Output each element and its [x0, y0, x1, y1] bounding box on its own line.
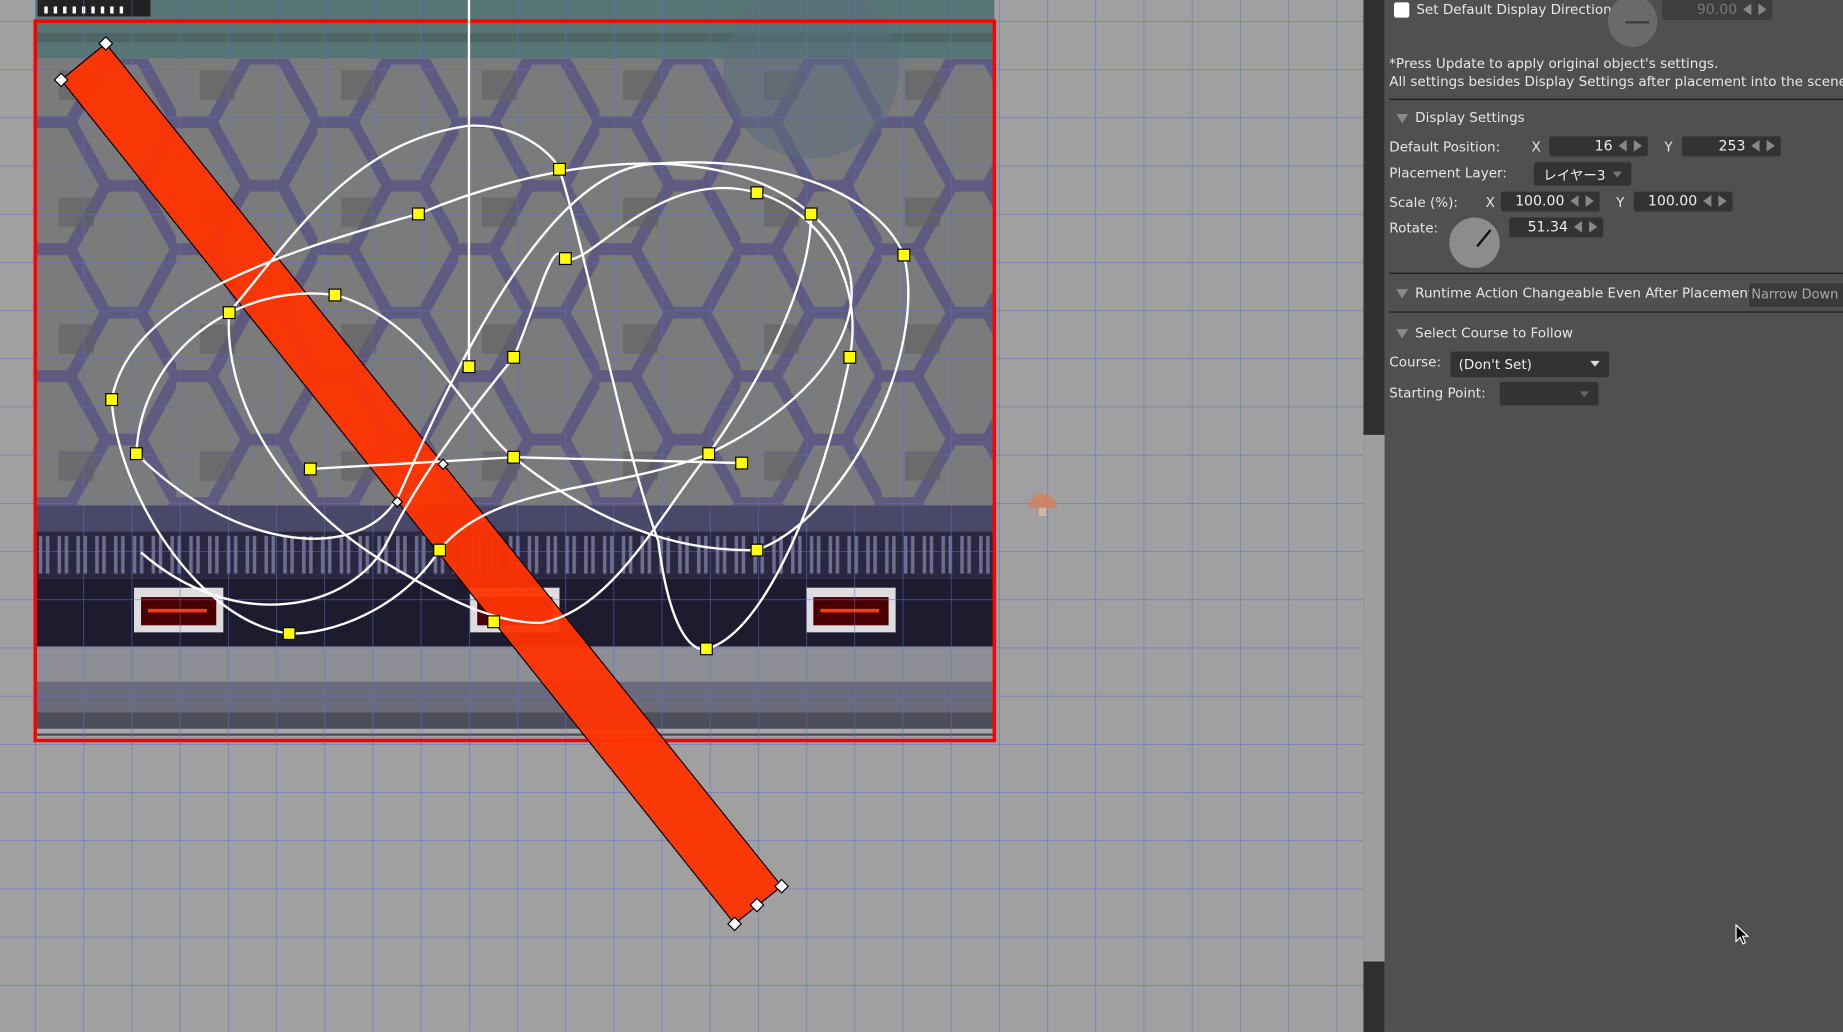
chevron-down-icon [1579, 391, 1590, 398]
starting-point-label: Starting Point: [1389, 384, 1486, 401]
course-dropdown[interactable]: (Don't Set) [1450, 351, 1610, 378]
editor-stage: ▮▮▮▮▮▮▮▮▮ [0, 0, 1843, 1032]
course-point[interactable] [750, 543, 764, 557]
scene-canvas[interactable]: ▮▮▮▮▮▮▮▮▮ [0, 0, 1364, 1032]
course-point[interactable] [507, 450, 521, 464]
position-x-spinner[interactable]: 16 [1549, 136, 1648, 157]
mouse-cursor-icon [1735, 923, 1750, 945]
grid-overlay [0, 0, 1364, 1032]
decrement-icon[interactable] [1573, 220, 1583, 233]
course-point[interactable] [222, 306, 236, 320]
course-point[interactable] [750, 186, 764, 200]
section-title: Runtime Action Changeable Even After Pla… [1415, 284, 1754, 301]
scene-view[interactable]: ▮▮▮▮▮▮▮▮▮ [0, 0, 1364, 1032]
narrow-down-button[interactable]: Narrow Down I [1748, 283, 1843, 307]
rotate-dial[interactable] [1449, 217, 1500, 268]
chevron-down-icon [1612, 171, 1623, 178]
scale-x-spinner[interactable]: 100.00 [1500, 191, 1600, 212]
course-value: (Don't Set) [1458, 356, 1532, 373]
course-point[interactable] [558, 252, 572, 266]
course-point[interactable] [804, 207, 818, 221]
default-direction-checkbox[interactable] [1394, 2, 1410, 18]
placement-layer-value: レイヤー3 [1543, 166, 1606, 184]
course-point[interactable] [843, 350, 857, 364]
course-point[interactable] [303, 462, 317, 476]
decrement-icon[interactable] [1618, 139, 1627, 152]
rotate-spinner[interactable]: 51.34 [1509, 217, 1604, 238]
course-point[interactable] [735, 456, 749, 470]
position-y-spinner[interactable]: 253 [1681, 136, 1781, 157]
scale-x-label: X [1485, 193, 1495, 211]
starting-point-dropdown[interactable] [1499, 381, 1599, 406]
course-point[interactable] [462, 360, 476, 374]
default-position-label: Default Position: [1389, 138, 1501, 156]
course-point[interactable] [702, 447, 716, 461]
direction-value: 90.00 [1696, 1, 1738, 18]
decrement-icon[interactable] [1743, 3, 1752, 16]
course-point[interactable] [487, 615, 501, 629]
course-point[interactable] [411, 207, 425, 221]
course-point[interactable] [282, 627, 296, 640]
placement-layer-label: Placement Layer: [1389, 164, 1507, 182]
course-point[interactable] [105, 393, 119, 407]
course-point[interactable] [699, 642, 713, 656]
decrement-icon[interactable] [1570, 195, 1579, 207]
divider [1389, 311, 1843, 313]
decrement-icon[interactable] [1751, 139, 1760, 152]
increment-icon[interactable] [1766, 139, 1775, 152]
position-y-label: Y [1664, 138, 1673, 156]
increment-icon[interactable] [1718, 195, 1727, 207]
vertical-scrollbar[interactable] [1363, 0, 1385, 1032]
course-point[interactable] [507, 350, 521, 364]
direction-spinner[interactable]: 90.00 [1661, 0, 1773, 20]
properties-panel: Set Default Display Direction 90.00 *Pre… [1384, 0, 1843, 1032]
scale-y-value: 100.00 [1647, 192, 1698, 210]
course-point[interactable] [553, 162, 566, 176]
chevron-down-icon [1590, 360, 1600, 367]
scale-x-value: 100.00 [1515, 192, 1565, 210]
position-x-value: 16 [1594, 137, 1613, 154]
placement-layer-dropdown[interactable]: レイヤー3 [1533, 162, 1632, 186]
course-point[interactable] [328, 288, 342, 302]
section-title: Display Settings [1415, 109, 1525, 126]
divider [1389, 272, 1843, 274]
position-x-label: X [1531, 138, 1541, 156]
increment-icon[interactable] [1589, 220, 1598, 233]
collapse-triangle-icon [1396, 328, 1409, 338]
course-point[interactable] [897, 248, 911, 262]
direction-dial[interactable] [1607, 0, 1658, 48]
divider [1389, 98, 1843, 100]
course-header[interactable]: Select Course to Follow [1396, 324, 1573, 341]
increment-icon[interactable] [1758, 3, 1767, 16]
rotate-label: Rotate: [1389, 219, 1439, 237]
course-point[interactable] [433, 543, 447, 557]
collapse-triangle-icon [1396, 113, 1409, 123]
note-line-2: All settings besides Display Settings af… [1389, 72, 1843, 90]
increment-icon[interactable] [1633, 139, 1643, 152]
scrollbar-gap [1363, 434, 1385, 962]
position-y-value: 253 [1718, 137, 1746, 154]
section-title: Select Course to Follow [1415, 324, 1573, 341]
course-label: Course: [1389, 353, 1442, 371]
collapse-triangle-icon [1396, 288, 1409, 298]
increment-icon[interactable] [1585, 195, 1594, 207]
scale-y-spinner[interactable]: 100.00 [1633, 191, 1733, 212]
decrement-icon[interactable] [1703, 195, 1712, 207]
display-settings-header[interactable]: Display Settings [1396, 109, 1525, 126]
note-line-1: *Press Update to apply original object's… [1389, 55, 1719, 72]
default-direction-label: Set Default Display Direction [1416, 1, 1612, 18]
runtime-action-header[interactable]: Runtime Action Changeable Even After Pla… [1396, 284, 1754, 301]
rotate-value: 51.34 [1527, 218, 1568, 236]
scale-label: Scale (%): [1389, 193, 1458, 211]
scale-y-label: Y [1616, 193, 1625, 211]
course-point[interactable] [129, 447, 143, 461]
